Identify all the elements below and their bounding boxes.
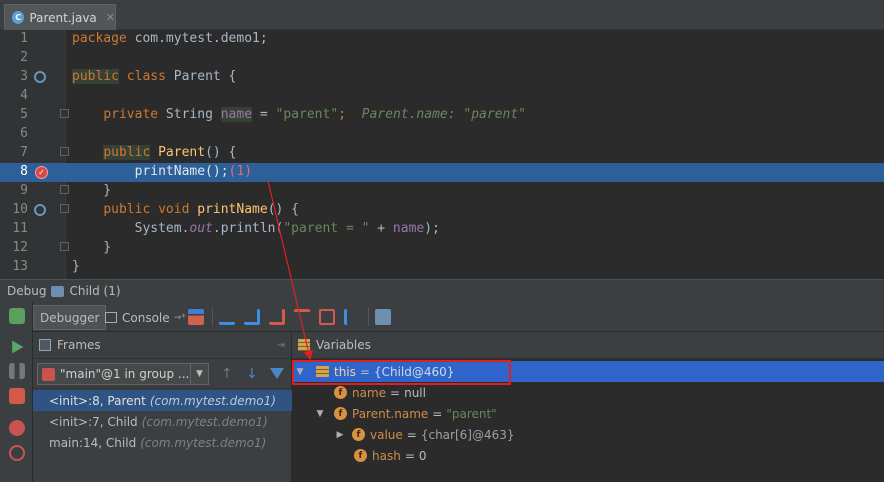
annotation-arrow <box>267 180 314 361</box>
